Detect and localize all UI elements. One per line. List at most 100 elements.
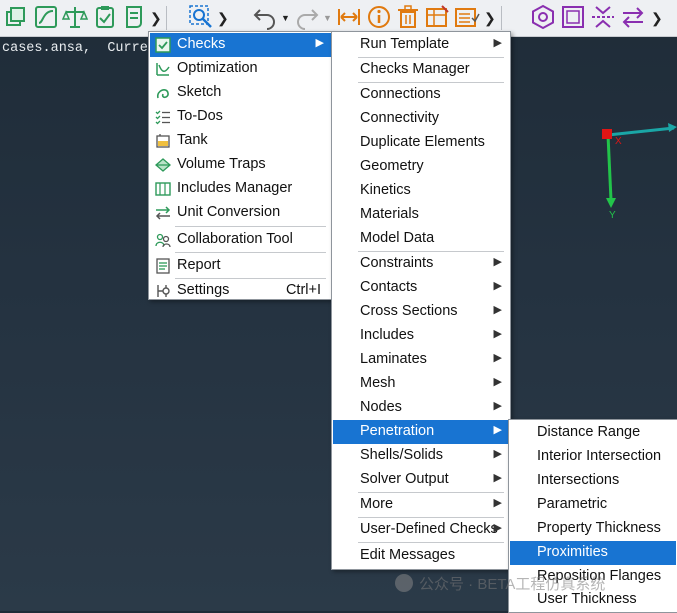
menu-item-user-defined-checks[interactable]: User-Defined Checks ▶ — [333, 518, 509, 542]
clipboard-check-icon[interactable] — [92, 4, 118, 30]
report-icon — [155, 258, 171, 274]
search-zoom-icon[interactable] — [188, 4, 214, 30]
menu-item-property-thickness[interactable]: Property Thickness — [510, 517, 676, 541]
menu-item-nodes[interactable]: Nodes ▶ — [333, 396, 509, 420]
menu-item-report[interactable]: Report — [150, 254, 331, 278]
menu-item-interior-intersection[interactable]: Interior Intersection — [510, 445, 676, 469]
menu-item-collaboration-tool[interactable]: Collaboration Tool — [150, 228, 331, 252]
menu-item-mesh[interactable]: Mesh ▶ — [333, 372, 509, 396]
menu-separator — [175, 226, 326, 227]
axis-x-label: X — [615, 136, 622, 147]
toolbar-overflow-chevron-icon[interactable]: ❯ — [150, 10, 162, 27]
submenu-arrow-icon: ▶ — [493, 37, 502, 49]
redo-icon[interactable] — [294, 4, 320, 30]
submenu-arrow-icon: ▶ — [493, 497, 502, 509]
axis-triad: X Y — [590, 118, 677, 228]
menu-item-constraints[interactable]: Constraints ▶ — [333, 252, 509, 276]
menu-item-duplicate-elements[interactable]: Duplicate Elements — [333, 131, 509, 155]
menu-item-kinetics[interactable]: Kinetics — [333, 179, 509, 203]
checks-icon — [155, 37, 171, 53]
includes-manager-icon — [155, 181, 171, 197]
split-icon[interactable] — [590, 4, 616, 30]
menu-item-penetration[interactable]: Penetration ▶ — [333, 420, 509, 444]
swap-icon[interactable] — [620, 4, 646, 30]
settings-shortcut: Ctrl+I — [285, 282, 321, 298]
menu-item-shells-solids[interactable]: Shells/Solids ▶ — [333, 444, 509, 468]
menu-item-cross-sections[interactable]: Cross Sections ▶ — [333, 300, 509, 324]
toolbar-separator — [501, 6, 502, 30]
curve-icon[interactable] — [33, 4, 59, 30]
delete-icon[interactable] — [395, 4, 421, 30]
menu-item-geometry[interactable]: Geometry — [333, 155, 509, 179]
edit-chevron-icon[interactable]: ❯ — [484, 10, 496, 27]
submenu-arrow-icon: ▶ — [493, 256, 502, 268]
menu-item-contacts[interactable]: Contacts ▶ — [333, 276, 509, 300]
edit-list-icon[interactable] — [454, 4, 480, 30]
menu-item-materials[interactable]: Materials — [333, 203, 509, 227]
submenu-arrow-icon: ▶ — [493, 352, 502, 364]
menu-item-proximities[interactable]: Proximities — [510, 541, 676, 565]
menu-item-tank[interactable]: Tank — [150, 129, 331, 153]
menu-item-checks-manager[interactable]: Checks Manager — [333, 58, 509, 82]
undo-icon[interactable] — [252, 4, 278, 30]
volume-traps-icon — [155, 157, 171, 173]
undo-dropdown-icon[interactable]: ▼ — [281, 13, 290, 23]
menu-item-run-template[interactable]: Run Template ▶ — [333, 33, 509, 57]
settings-icon — [155, 283, 171, 299]
menu-separator — [175, 252, 326, 253]
view-chevron-icon[interactable]: ❯ — [651, 10, 663, 27]
menu-item-connections[interactable]: Connections — [333, 83, 509, 107]
optimization-icon — [155, 61, 171, 77]
menu-item-laminates[interactable]: Laminates ▶ — [333, 348, 509, 372]
axis-y-label: Y — [609, 210, 616, 221]
collaboration-icon — [155, 232, 171, 248]
menu-item-edit-messages[interactable]: Edit Messages — [333, 544, 509, 568]
submenu-arrow-icon: ▶ — [493, 400, 502, 412]
submenu-arrow-icon: ▶ — [493, 280, 502, 292]
menu-item-todos[interactable]: To-Dos — [150, 105, 331, 129]
measure-icon[interactable] — [336, 4, 362, 30]
toolbar-separator — [166, 6, 167, 30]
menu-item-includes-manager[interactable]: Includes Manager — [150, 177, 331, 201]
tools-menu: Checks ▶ Optimization Sketch To-Dos Tank… — [148, 31, 333, 300]
submenu-arrow-icon: ▶ — [493, 448, 502, 460]
submenu-arrow-icon: ▶ — [493, 328, 502, 340]
watermark: 公众号 · BETA工程仿真系统 — [395, 573, 605, 595]
checks-submenu: Run Template ▶ Checks Manager Connection… — [331, 31, 511, 570]
table-icon[interactable] — [424, 4, 450, 30]
submenu-arrow-icon: ▶ — [493, 472, 502, 484]
cube-stack-icon[interactable] — [4, 4, 30, 30]
frame-icon[interactable] — [560, 4, 586, 30]
menu-item-solver-output[interactable]: Solver Output ▶ — [333, 468, 509, 492]
tank-icon — [155, 133, 171, 149]
scroll-icon[interactable] — [121, 4, 147, 30]
menu-item-connectivity[interactable]: Connectivity — [333, 107, 509, 131]
hexagon-icon[interactable] — [530, 4, 556, 30]
menu-item-parametric[interactable]: Parametric — [510, 493, 676, 517]
menu-item-distance-range[interactable]: Distance Range — [510, 421, 676, 445]
zoom-chevron-icon[interactable]: ❯ — [217, 10, 229, 27]
submenu-arrow-icon: ▶ — [493, 424, 502, 436]
menu-item-includes[interactable]: Includes ▶ — [333, 324, 509, 348]
menu-item-checks[interactable]: Checks ▶ — [150, 33, 331, 57]
todo-icon — [155, 109, 171, 125]
balance-icon[interactable] — [62, 4, 88, 30]
redo-dropdown-icon[interactable]: ▼ — [323, 13, 332, 23]
menu-item-more[interactable]: More ▶ — [333, 493, 509, 517]
submenu-arrow-icon: ▶ — [493, 376, 502, 388]
sketch-icon — [155, 85, 171, 101]
menu-item-intersections[interactable]: Intersections — [510, 469, 676, 493]
submenu-arrow-icon: ▶ — [493, 522, 502, 534]
console-output: cases.ansa, Curre — [2, 41, 148, 56]
menu-item-optimization[interactable]: Optimization — [150, 57, 331, 81]
menu-item-settings[interactable]: Settings Ctrl+I — [150, 279, 331, 303]
menu-item-sketch[interactable]: Sketch — [150, 81, 331, 105]
menu-item-model-data[interactable]: Model Data — [333, 227, 509, 251]
submenu-arrow-icon: ▶ — [493, 304, 502, 316]
unit-conversion-icon — [155, 205, 171, 221]
menu-item-unit-conversion[interactable]: Unit Conversion — [150, 201, 331, 225]
menu-item-volume-traps[interactable]: Volume Traps — [150, 153, 331, 177]
wechat-icon — [395, 574, 413, 592]
submenu-arrow-icon: ▶ — [315, 37, 324, 49]
info-icon[interactable] — [366, 4, 392, 30]
